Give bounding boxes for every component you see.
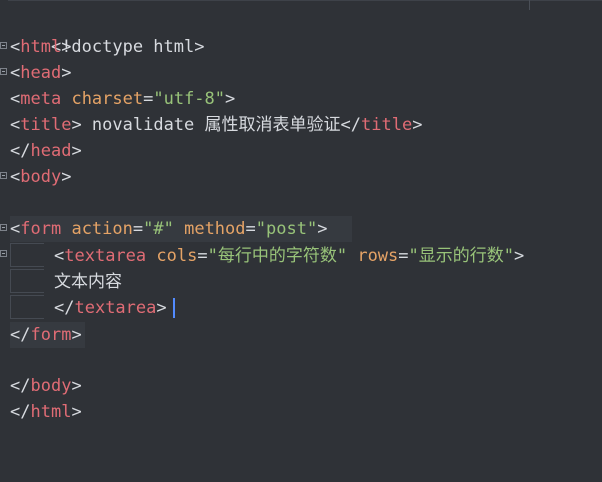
tag-open-bracket: </ (10, 402, 31, 422)
textarea-content-text: 文本内容 (54, 272, 122, 292)
code-line-6[interactable]: </head> (10, 138, 82, 164)
indent-guide (10, 269, 44, 293)
code-line-15[interactable]: </body> (10, 373, 82, 399)
code-line-11[interactable]: 文本内容 (54, 269, 122, 295)
tag-open-bracket: </ (10, 376, 31, 396)
tag-close-bracket: > (514, 246, 525, 266)
tag-name: head (20, 63, 62, 83)
tag-open-bracket: < (10, 63, 21, 83)
tag-close-bracket: > (156, 298, 167, 318)
tag-name: textarea (74, 298, 157, 318)
tag-name: html (30, 402, 72, 422)
code-line-7[interactable]: <body> (10, 164, 71, 190)
attribute-name: action (71, 219, 133, 239)
equals-sign: = (197, 246, 208, 266)
indent-guide (10, 243, 44, 267)
text-cursor (173, 298, 175, 318)
tag-name: meta (20, 89, 62, 109)
tag-name: title (20, 115, 72, 135)
code-line-5[interactable]: <title> novalidate 属性取消表单验证</title> (10, 112, 422, 138)
fold-toggle-icon[interactable] (0, 224, 7, 231)
tag-open-bracket: < (10, 219, 21, 239)
print-margin-marker (529, 0, 530, 10)
tag-name: head (30, 141, 72, 161)
attribute-value: "#" (143, 219, 174, 239)
tag-open-bracket: < (10, 89, 21, 109)
tag-close-bracket: > (71, 141, 82, 161)
code-line-9[interactable]: <form action="#" method="post"> (10, 216, 327, 242)
code-line-4[interactable]: <meta charset="utf-8"> (10, 86, 235, 112)
indent-guide (10, 295, 44, 319)
code-line-1[interactable]: <!doctype html> (10, 8, 205, 57)
tag-name: textarea (64, 246, 147, 266)
attribute-value: "每行中的字符数" (207, 246, 348, 266)
tag-close-bracket: > (61, 167, 72, 187)
attribute-value: "utf-8" (153, 89, 226, 109)
code-line-3[interactable]: <head> (10, 60, 71, 86)
end-tag-open-bracket: </ (340, 115, 361, 135)
tag-name: html (20, 37, 62, 57)
attribute-name: method (184, 219, 246, 239)
code-line-10[interactable]: <textarea cols="每行中的字符数" rows="显示的行数"> (54, 243, 524, 269)
fold-toggle-icon[interactable] (0, 172, 7, 179)
equals-sign: = (398, 246, 409, 266)
code-editor[interactable]: <!doctype html> <html> <head> <meta char… (0, 0, 602, 482)
tag-close-bracket: > (71, 325, 82, 345)
tag-open-bracket: < (10, 115, 21, 135)
attribute-value: "显示的行数" (408, 246, 515, 266)
attribute-name: cols (156, 246, 198, 266)
doctype-text: <!doctype html> (50, 37, 205, 57)
tag-close-bracket: > (71, 115, 82, 135)
tag-open-bracket: </ (54, 298, 75, 318)
tag-name: body (30, 376, 72, 396)
tag-open-bracket: </ (10, 141, 31, 161)
tag-close-bracket: > (71, 376, 82, 396)
fold-toggle-icon[interactable] (0, 68, 7, 75)
code-line-13[interactable]: </form> (10, 322, 82, 348)
editor-top-border (0, 0, 602, 1)
title-text: novalidate 属性取消表单验证 (81, 115, 341, 135)
tag-close-bracket: > (61, 37, 72, 57)
tag-name: form (20, 219, 62, 239)
tag-open-bracket: </ (10, 325, 31, 345)
attribute-value: "post" (255, 219, 318, 239)
equals-sign: = (132, 219, 144, 239)
code-line-2[interactable]: <html> (10, 34, 71, 60)
code-line-12[interactable]: </textarea> (54, 295, 167, 321)
tag-open-bracket: < (10, 167, 21, 187)
fold-toggle-icon[interactable] (0, 42, 7, 49)
tag-close-bracket: > (225, 89, 236, 109)
tag-name: body (20, 167, 62, 187)
tag-close-bracket: > (71, 402, 82, 422)
tag-name: form (30, 325, 72, 345)
end-tag-close-bracket: > (412, 115, 423, 135)
tag-open-bracket: < (10, 37, 21, 57)
equals-sign: = (245, 219, 256, 239)
equals-sign: = (143, 89, 154, 109)
tag-close-bracket: > (317, 219, 328, 239)
attribute-name: charset (71, 89, 144, 109)
tag-open-bracket: < (54, 246, 65, 266)
end-tag-name: title (361, 115, 413, 135)
fold-toggle-icon[interactable] (0, 250, 7, 257)
attribute-name: rows (357, 246, 399, 266)
code-line-16[interactable]: </html> (10, 399, 82, 425)
tag-close-bracket: > (61, 63, 72, 83)
